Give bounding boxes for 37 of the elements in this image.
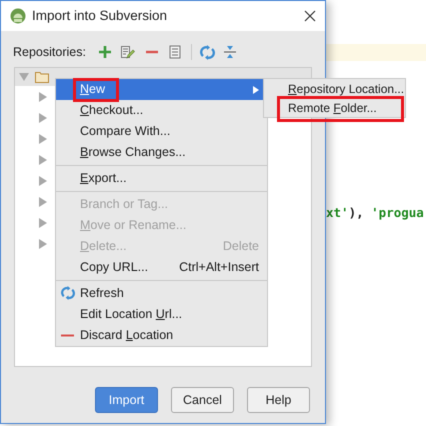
dialog-button[interactable]: Help [247,387,310,413]
menu-item[interactable]: Compare With... [56,121,267,142]
dialog-button[interactable]: Cancel [171,387,234,413]
menu-item[interactable]: Copy URL... Ctrl+Alt+Insert [56,257,267,278]
shortcut-text: Ctrl+Alt+Insert [179,259,259,276]
collapse-icon[interactable] [222,45,237,59]
repositories-label: Repositories: [13,44,86,61]
shortcut-text: Delete [222,238,259,256]
collapsed-arrow-icon[interactable] [38,196,48,206]
menu-item[interactable]: Browse Changes... [56,142,267,163]
menu-item[interactable]: Edit Location Url... [56,304,267,325]
collapsed-arrow-icon[interactable] [38,238,48,248]
collapsed-arrow-icon[interactable] [38,134,48,144]
refresh-icon[interactable] [200,44,215,60]
android-icon [10,8,26,24]
remove-icon [61,334,74,337]
document-icon[interactable] [168,45,181,59]
submenu-arrow-icon [253,86,259,94]
collapsed-arrow-icon[interactable] [38,92,48,102]
collapsed-arrow-icon[interactable] [38,112,48,122]
collapsed-arrow-icon[interactable] [38,154,48,164]
menu-item[interactable]: Refresh [56,283,267,304]
edit-icon[interactable] [120,44,135,60]
window-title: Import into Subversion [32,6,168,25]
close-icon[interactable] [304,10,316,22]
code-line: xt'), 'progua [326,204,424,222]
menu-item[interactable]: Discard Location [56,325,267,346]
dialog-button[interactable]: Import [95,387,158,413]
collapsed-arrow-icon[interactable] [38,176,48,186]
expanded-arrow-icon[interactable] [19,72,29,82]
menu-item[interactable]: Repository Location... [264,80,405,99]
folder-icon [35,71,49,83]
menu-item[interactable]: Checkout... [56,100,267,121]
add-icon[interactable] [98,45,112,59]
refresh-icon [61,286,75,300]
collapsed-arrow-icon[interactable] [38,218,48,228]
menu-item[interactable]: Export... [56,168,267,189]
